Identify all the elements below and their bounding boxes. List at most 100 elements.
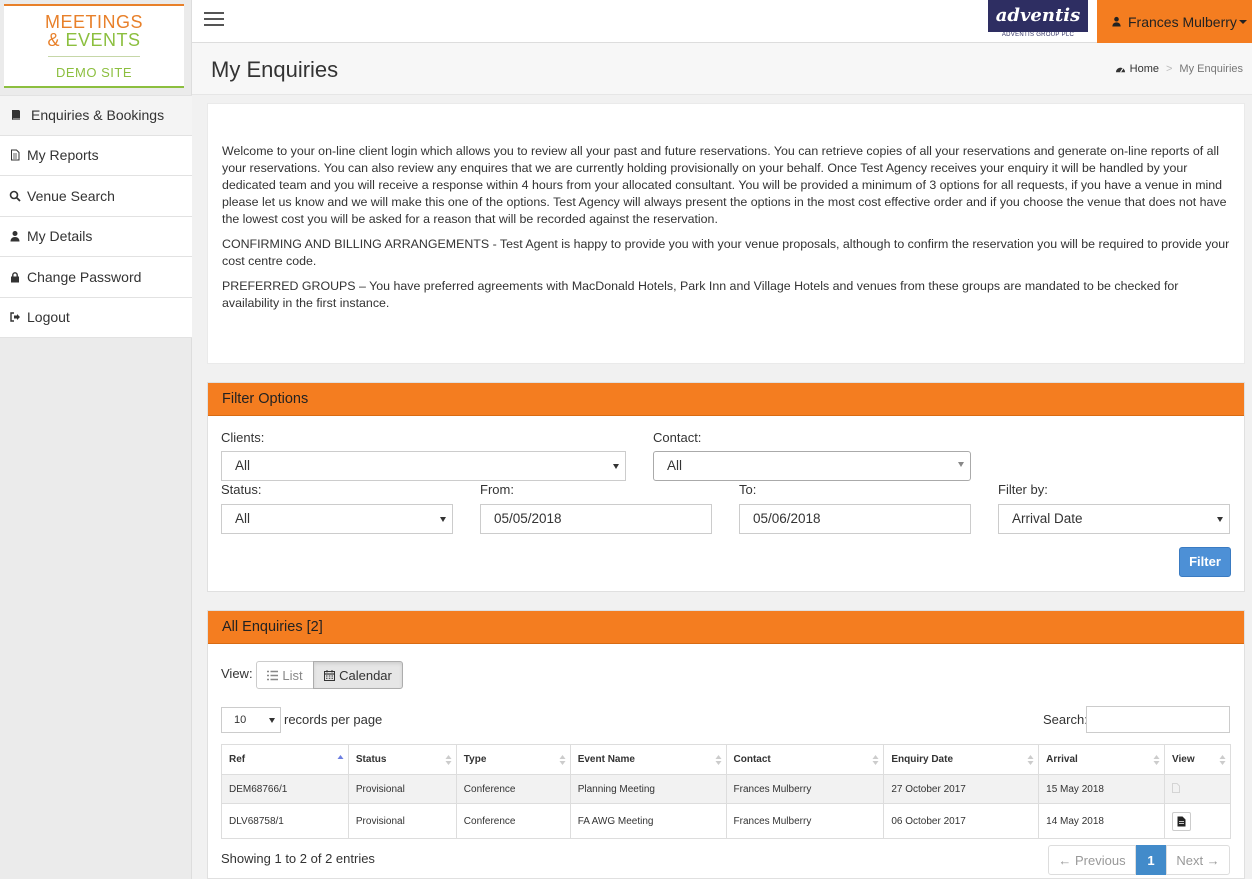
logo-events: EVENTS — [65, 30, 141, 50]
cell-event-name: Planning Meeting — [569, 774, 727, 804]
cell-type: Conference — [455, 803, 571, 839]
column-header-label: Enquiry Date — [891, 754, 954, 765]
records-per-page-label: records per page — [284, 712, 383, 727]
site-logo[interactable]: MEETINGS & EVENTS DEMO SITE — [4, 4, 184, 88]
pagination-next[interactable]: Next → — [1166, 845, 1230, 875]
dropdown-arrow-icon — [440, 517, 446, 522]
user-icon — [10, 231, 20, 242]
cell-contact: Frances Mulberry — [725, 803, 885, 839]
column-header-enquiry-date[interactable]: Enquiry Date — [883, 744, 1040, 775]
calendar-icon — [324, 669, 336, 681]
page-length-select[interactable]: 10 — [221, 707, 281, 733]
column-header-type[interactable]: Type — [455, 744, 571, 775]
cell-contact: Frances Mulberry — [725, 774, 885, 804]
sort-both-icon — [559, 755, 566, 765]
filter-by-label: Filter by: — [998, 482, 1048, 497]
column-header-label: Ref — [229, 754, 246, 765]
calendar-view-button[interactable]: Calendar — [313, 661, 403, 689]
dropdown-arrow-icon — [269, 718, 275, 723]
pagination-previous[interactable]: ← Previous — [1048, 845, 1136, 875]
sort-both-icon — [872, 755, 879, 765]
to-date-input[interactable]: 05/06/2018 — [739, 504, 971, 534]
list-icon — [267, 670, 279, 680]
column-header-event-name[interactable]: Event Name — [569, 744, 727, 775]
view-label: View: — [221, 666, 253, 681]
cell-arrival: 15 May 2018 — [1038, 774, 1165, 804]
breadcrumb-home-link[interactable]: Home — [1130, 63, 1159, 75]
breadcrumb: Home > My Enquiries — [1115, 63, 1243, 75]
cell-status: Provisional — [347, 774, 457, 804]
column-header-view[interactable]: View — [1164, 744, 1231, 775]
sort-both-icon — [1027, 755, 1034, 765]
sidebar-item-my-reports[interactable]: My Reports — [0, 135, 192, 176]
dropdown-arrow-icon — [1217, 517, 1223, 522]
sidebar-nav: Enquiries & Bookings My Reports Venue Se… — [0, 95, 192, 338]
menu-toggle-icon[interactable] — [204, 12, 224, 28]
column-header-status[interactable]: Status — [347, 744, 457, 775]
sidebar-item-label: Enquiries & Bookings — [31, 107, 165, 124]
column-header-ref[interactable]: Ref — [221, 744, 349, 775]
column-header-label: Contact — [733, 754, 771, 765]
logo-divider — [48, 56, 140, 57]
status-value: All — [235, 511, 251, 526]
sidebar-item-label: Change Password — [27, 268, 142, 285]
status-select[interactable]: All — [221, 504, 453, 534]
sidebar-item-my-details[interactable]: My Details — [0, 216, 192, 257]
contact-select[interactable]: All — [653, 451, 971, 481]
cell-event-name: FA AWG Meeting — [569, 803, 727, 839]
welcome-panel: Welcome to your on-line client login whi… — [207, 103, 1245, 364]
user-menu-button[interactable]: Frances Mulberry — [1097, 0, 1252, 43]
to-label: To: — [739, 482, 757, 497]
cell-view — [1164, 774, 1231, 804]
logo-ampersand: & — [47, 30, 60, 50]
list-view-button[interactable]: List — [256, 661, 314, 689]
from-date-input[interactable]: 05/05/2018 — [480, 504, 712, 534]
filter-by-select[interactable]: Arrival Date — [998, 504, 1230, 534]
sidebar-item-label: Logout — [27, 309, 70, 326]
user-name: Frances Mulberry — [1128, 13, 1237, 30]
page-title: My Enquiries — [211, 57, 339, 82]
view-document-button[interactable] — [1172, 812, 1191, 831]
filter-panel-title: Filter Options — [208, 383, 1244, 416]
table-row[interactable]: DEM68766/1 Provisional Conference Planni… — [221, 774, 1231, 804]
logo-line-3: DEMO SITE — [55, 65, 132, 80]
filter-by-value: Arrival Date — [1012, 511, 1083, 526]
column-header-contact[interactable]: Contact — [725, 744, 885, 775]
status-label: Status: — [221, 482, 262, 497]
sidebar: MEETINGS & EVENTS DEMO SITE Enquiries & … — [0, 0, 192, 879]
cell-enquiry-date: 27 October 2017 — [883, 774, 1040, 804]
enquiries-table: Ref Status Type Event Name Contact Enqui… — [221, 744, 1231, 839]
book-icon — [12, 110, 20, 121]
enquiries-panel: All Enquiries [2] View: List Calendar 10… — [207, 610, 1245, 879]
pagination-page-1[interactable]: 1 — [1136, 845, 1166, 875]
search-input[interactable] — [1086, 706, 1230, 733]
cell-view — [1164, 803, 1231, 839]
sidebar-item-label: My Reports — [27, 147, 99, 164]
view-document-button[interactable] — [1172, 782, 1180, 796]
page-length-value: 10 — [234, 714, 247, 726]
filter-panel: Filter Options Clients: All Contact: All… — [207, 382, 1245, 592]
sidebar-item-logout[interactable]: Logout — [0, 297, 192, 338]
search-icon — [9, 190, 21, 202]
sidebar-item-venue-search[interactable]: Venue Search — [0, 176, 192, 217]
clients-value: All — [235, 458, 251, 473]
page-header: My Enquiries Home > My Enquiries — [192, 43, 1252, 95]
user-icon — [1112, 16, 1121, 27]
filter-button[interactable]: Filter — [1179, 547, 1231, 577]
column-header-arrival[interactable]: Arrival — [1038, 744, 1165, 775]
search-label: Search: — [1043, 712, 1088, 727]
sidebar-item-enquiries-bookings[interactable]: Enquiries & Bookings — [0, 95, 192, 136]
sort-both-icon — [1153, 755, 1160, 765]
brand-name: adventis — [988, 0, 1088, 32]
calendar-view-label: Calendar — [339, 667, 392, 683]
from-label: From: — [480, 482, 514, 497]
list-view-label: List — [282, 667, 303, 683]
clients-select[interactable]: All — [221, 451, 626, 481]
top-bar: adventis ADVENTIS GROUP PLC Frances Mulb… — [192, 0, 1252, 43]
chevron-down-icon — [1238, 19, 1247, 24]
lock-icon — [11, 271, 19, 283]
sidebar-item-label: My Details — [27, 228, 93, 245]
contact-label: Contact: — [653, 430, 702, 445]
table-row[interactable]: DLV68758/1 Provisional Conference FA AWG… — [221, 803, 1231, 839]
sidebar-item-change-password[interactable]: Change Password — [0, 257, 192, 298]
